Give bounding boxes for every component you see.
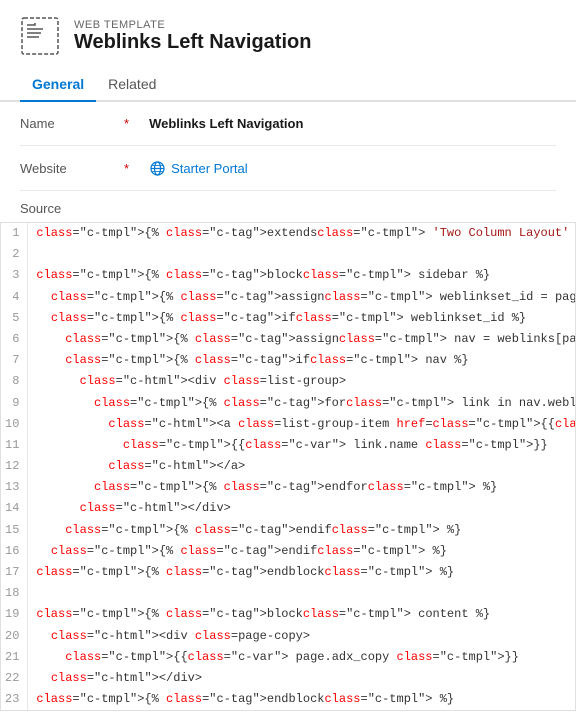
line-content: class="c-tmpl">{% class="c-tag">forclass… bbox=[28, 393, 576, 414]
line-number: 10 bbox=[1, 414, 28, 435]
line-number: 9 bbox=[1, 393, 28, 414]
line-content: class="c-tmpl">{% class="c-tag">endblock… bbox=[28, 689, 576, 710]
code-table: 1class="c-tmpl">{% class="c-tag">extends… bbox=[1, 223, 576, 710]
code-line: 22 class="c-html"></div> bbox=[1, 668, 576, 689]
name-value: Weblinks Left Navigation bbox=[129, 116, 556, 131]
line-number: 4 bbox=[1, 287, 28, 308]
line-number: 8 bbox=[1, 371, 28, 392]
tab-bar: General Related bbox=[0, 68, 576, 102]
code-line: 8 class="c-html"><div class=list-group> bbox=[1, 371, 576, 392]
code-line: 12 class="c-html"></a> bbox=[1, 456, 576, 477]
line-number: 14 bbox=[1, 498, 28, 519]
line-content: class="c-tmpl">{{class="c-var"> page.adx… bbox=[28, 647, 576, 668]
code-line: 21 class="c-tmpl">{{class="c-var"> page.… bbox=[1, 647, 576, 668]
line-content: class="c-tmpl">{% class="c-tag">blockcla… bbox=[28, 265, 576, 286]
header-subtitle: WEB TEMPLATE bbox=[74, 19, 311, 31]
code-line: 1class="c-tmpl">{% class="c-tag">extends… bbox=[1, 223, 576, 244]
line-content: class="c-html"><a class=list-group-item … bbox=[28, 414, 576, 435]
code-line: 18 bbox=[1, 583, 576, 604]
line-content: class="c-html"></a> bbox=[28, 456, 576, 477]
tab-general[interactable]: General bbox=[20, 68, 96, 102]
form-section: Name * Weblinks Left Navigation Website … bbox=[0, 102, 576, 191]
website-label: Website bbox=[20, 161, 120, 176]
code-line: 14 class="c-html"></div> bbox=[1, 498, 576, 519]
line-number: 5 bbox=[1, 308, 28, 329]
line-number: 3 bbox=[1, 265, 28, 286]
line-content: class="c-html"><div class=page-copy> bbox=[28, 626, 576, 647]
line-number: 1 bbox=[1, 223, 28, 244]
line-content: class="c-html"></div> bbox=[28, 498, 576, 519]
line-number: 15 bbox=[1, 520, 28, 541]
line-content: class="c-tmpl">{% class="c-tag">extendsc… bbox=[28, 223, 576, 244]
line-content: class="c-tmpl">{% class="c-tag">endifcla… bbox=[28, 520, 576, 541]
code-line: 2 bbox=[1, 244, 576, 265]
line-content bbox=[28, 244, 576, 265]
line-content: class="c-tmpl">{% class="c-tag">assigncl… bbox=[28, 287, 576, 308]
code-line: 15 class="c-tmpl">{% class="c-tag">endif… bbox=[1, 520, 576, 541]
code-line: 13 class="c-tmpl">{% class="c-tag">endfo… bbox=[1, 477, 576, 498]
code-line: 9 class="c-tmpl">{% class="c-tag">forcla… bbox=[1, 393, 576, 414]
code-line: 19class="c-tmpl">{% class="c-tag">blockc… bbox=[1, 604, 576, 625]
code-line: 23class="c-tmpl">{% class="c-tag">endblo… bbox=[1, 689, 576, 710]
web-template-icon bbox=[20, 16, 60, 56]
line-number: 11 bbox=[1, 435, 28, 456]
line-number: 6 bbox=[1, 329, 28, 350]
header-text: WEB TEMPLATE Weblinks Left Navigation bbox=[74, 19, 311, 54]
line-content: class="c-html"></div> bbox=[28, 668, 576, 689]
code-line: 16 class="c-tmpl">{% class="c-tag">endif… bbox=[1, 541, 576, 562]
page-header: WEB TEMPLATE Weblinks Left Navigation bbox=[0, 0, 576, 68]
name-label: Name bbox=[20, 116, 120, 131]
line-content: class="c-html"><div class=list-group> bbox=[28, 371, 576, 392]
website-row: Website * Starter Portal bbox=[20, 146, 556, 191]
website-value: Starter Portal bbox=[171, 161, 248, 176]
line-number: 7 bbox=[1, 350, 28, 371]
line-content: class="c-tmpl">{{class="c-var"> link.nam… bbox=[28, 435, 576, 456]
line-content: class="c-tmpl">{% class="c-tag">assigncl… bbox=[28, 329, 576, 350]
tab-related[interactable]: Related bbox=[96, 68, 168, 102]
line-content bbox=[28, 583, 576, 604]
name-row: Name * Weblinks Left Navigation bbox=[20, 102, 556, 146]
line-content: class="c-tmpl">{% class="c-tag">blockcla… bbox=[28, 604, 576, 625]
code-line: 5 class="c-tmpl">{% class="c-tag">ifclas… bbox=[1, 308, 576, 329]
line-number: 17 bbox=[1, 562, 28, 583]
code-line: 10 class="c-html"><a class=list-group-it… bbox=[1, 414, 576, 435]
code-line: 3class="c-tmpl">{% class="c-tag">blockcl… bbox=[1, 265, 576, 286]
code-line: 17class="c-tmpl">{% class="c-tag">endblo… bbox=[1, 562, 576, 583]
line-number: 12 bbox=[1, 456, 28, 477]
code-editor[interactable]: 1class="c-tmpl">{% class="c-tag">extends… bbox=[0, 222, 576, 711]
website-value-link[interactable]: Starter Portal bbox=[129, 160, 556, 176]
line-number: 20 bbox=[1, 626, 28, 647]
line-number: 21 bbox=[1, 647, 28, 668]
code-line: 20 class="c-html"><div class=page-copy> bbox=[1, 626, 576, 647]
line-content: class="c-tmpl">{% class="c-tag">ifclass=… bbox=[28, 350, 576, 371]
line-number: 23 bbox=[1, 689, 28, 710]
line-number: 2 bbox=[1, 244, 28, 265]
code-line: 7 class="c-tmpl">{% class="c-tag">ifclas… bbox=[1, 350, 576, 371]
line-number: 22 bbox=[1, 668, 28, 689]
code-line: 4 class="c-tmpl">{% class="c-tag">assign… bbox=[1, 287, 576, 308]
line-number: 19 bbox=[1, 604, 28, 625]
line-content: class="c-tmpl">{% class="c-tag">endifcla… bbox=[28, 541, 576, 562]
page-title: Weblinks Left Navigation bbox=[74, 31, 311, 54]
line-content: class="c-tmpl">{% class="c-tag">endforcl… bbox=[28, 477, 576, 498]
line-number: 13 bbox=[1, 477, 28, 498]
source-label: Source bbox=[0, 191, 576, 222]
line-content: class="c-tmpl">{% class="c-tag">ifclass=… bbox=[28, 308, 576, 329]
globe-icon bbox=[149, 160, 165, 176]
code-line: 6 class="c-tmpl">{% class="c-tag">assign… bbox=[1, 329, 576, 350]
line-content: class="c-tmpl">{% class="c-tag">endblock… bbox=[28, 562, 576, 583]
line-number: 16 bbox=[1, 541, 28, 562]
code-line: 11 class="c-tmpl">{{class="c-var"> link.… bbox=[1, 435, 576, 456]
line-number: 18 bbox=[1, 583, 28, 604]
